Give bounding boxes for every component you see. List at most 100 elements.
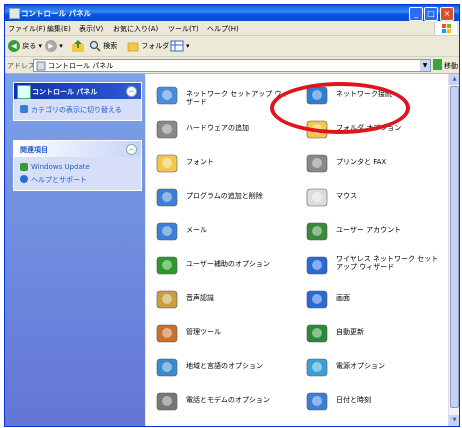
network-setup-house-icon (154, 82, 180, 108)
folders-button[interactable]: フォルダ (127, 39, 169, 53)
control-panel-item-label: 電源オプション (336, 362, 385, 370)
control-panel-item[interactable]: 音声認識 (148, 282, 298, 316)
control-panel-item[interactable]: ユーザー補助のオプション (148, 248, 298, 282)
search-icon (89, 40, 101, 52)
accessibility-icon (154, 252, 180, 278)
automatic-updates-icon (304, 320, 330, 346)
control-panel-icon (36, 61, 46, 71)
menu-tools[interactable]: ツール(T) (168, 24, 199, 34)
help-support-link[interactable]: ヘルプとサポート (20, 174, 135, 185)
regional-language-globe-icon (154, 354, 180, 380)
address-bar: アドレス(D) コントロール パネル ▼ 移動 (5, 57, 459, 74)
left-task-pane: コントロール パネル ︽ カテゴリの表示に切り替える 関連項目 ︽ Window… (5, 74, 145, 426)
control-panel-item-label: ワイヤレス ネットワーク セットアップ ウィザード (336, 255, 439, 271)
search-button[interactable]: 検索 (89, 39, 117, 53)
display-icon (304, 286, 330, 312)
speech-icon (154, 286, 180, 312)
control-panel-item[interactable]: ユーザー アカウント (298, 214, 448, 248)
control-panel-window: コントロール パネル _ □ × ファイル(F) 編集(E) 表示(V) お気に… (4, 4, 460, 427)
control-panel-item-label: 地域と言語のオプション (186, 362, 263, 370)
forward-button[interactable]: ▶ ▾ (45, 39, 63, 53)
control-panel-item-label: 電話とモデムのオプション (186, 396, 270, 404)
control-panel-item[interactable]: メール (148, 214, 298, 248)
phone-modem-icon (154, 388, 180, 414)
go-arrow-icon[interactable] (433, 59, 442, 70)
panel-header[interactable]: 関連項目 ︽ (14, 141, 141, 157)
fonts-folder-icon (154, 150, 180, 176)
scroll-down-icon[interactable]: ▼ (449, 415, 459, 426)
vertical-scrollbar[interactable]: ▲ ▼ (448, 74, 459, 426)
control-panel-item-label: ハードウェアの追加 (186, 124, 249, 132)
control-panel-item[interactable]: プリンタと FAX (298, 146, 448, 180)
go-button[interactable]: 移動 (444, 61, 458, 71)
control-panel-item-label: 画面 (336, 294, 350, 302)
windows-update-icon (20, 163, 28, 171)
menu-edit[interactable]: 編集(E) (47, 24, 71, 34)
date-time-clock-icon (304, 388, 330, 414)
control-panel-item[interactable]: 日付と時刻 (298, 384, 448, 418)
printer-fax-icon (304, 150, 330, 176)
collapse-icon[interactable]: ︽ (126, 86, 137, 97)
control-panel-item-label: 自動更新 (336, 328, 364, 336)
control-panel-task-panel: コントロール パネル ︽ カテゴリの表示に切り替える (13, 82, 142, 121)
control-panel-item-label: マウス (336, 192, 357, 200)
panel-header[interactable]: コントロール パネル ︽ (14, 83, 141, 99)
control-panel-item[interactable]: 自動更新 (298, 316, 448, 350)
views-button[interactable]: ▾ (170, 39, 190, 53)
folder-icon (127, 42, 139, 52)
control-panel-item[interactable]: 地域と言語のオプション (148, 350, 298, 384)
up-folder-button[interactable] (71, 39, 85, 53)
maximize-button[interactable]: □ (424, 7, 438, 21)
control-panel-item-label: プリンタと FAX (336, 158, 387, 166)
help-icon (20, 175, 28, 183)
control-panel-item-label: メール (186, 226, 207, 234)
control-panel-item[interactable]: マウス (298, 180, 448, 214)
see-also-panel: 関連項目 ︽ Windows Update ヘルプとサポート (13, 140, 142, 191)
title-bar[interactable]: コントロール パネル _ □ × (5, 5, 459, 21)
forward-arrow-icon: ▶ (45, 40, 57, 52)
category-view-icon (20, 105, 28, 113)
windows-update-link[interactable]: Windows Update (20, 162, 135, 173)
views-icon (170, 40, 184, 52)
back-button[interactable]: ◀ 戻る ▾ (8, 39, 42, 53)
back-arrow-icon: ◀ (8, 40, 20, 52)
control-panel-item[interactable]: 管理ツール (148, 316, 298, 350)
control-panel-icon (9, 8, 20, 19)
admin-tools-icon (154, 320, 180, 346)
add-hardware-icon (154, 116, 180, 142)
control-panel-item[interactable]: 電源オプション (298, 350, 448, 384)
close-button[interactable]: × (440, 7, 454, 21)
up-folder-icon (72, 40, 84, 52)
collapse-icon[interactable]: ︽ (126, 144, 137, 155)
mail-icon (154, 218, 180, 244)
menu-view[interactable]: 表示(V) (79, 24, 103, 34)
menu-bar: ファイル(F) 編集(E) 表示(V) お気に入り(A) ツール(T) ヘルプ(… (5, 22, 459, 36)
control-panel-item[interactable]: フォント (148, 146, 298, 180)
toolbar: ◀ 戻る ▾ ▶ ▾ 検索 フォルダ ▾ (5, 36, 459, 57)
control-panel-item[interactable]: ワイヤレス ネットワーク セットアップ ウィザード (298, 248, 448, 282)
control-panel-item-label: 日付と時刻 (336, 396, 371, 404)
menu-favorites[interactable]: お気に入り(A) (113, 24, 158, 34)
menu-help[interactable]: ヘルプ(H) (207, 24, 239, 34)
control-panel-item-label: ユーザー補助のオプション (186, 260, 270, 268)
add-remove-programs-icon (154, 184, 180, 210)
mouse-icon (304, 184, 330, 210)
control-panel-icon (17, 85, 31, 99)
scroll-up-icon[interactable]: ▲ (449, 74, 459, 85)
control-panel-item-label: プログラムの追加と削除 (186, 192, 263, 200)
control-panel-item[interactable]: プログラムの追加と削除 (148, 180, 298, 214)
control-panel-item[interactable]: 画面 (298, 282, 448, 316)
address-dropdown-icon[interactable]: ▼ (420, 60, 430, 71)
scroll-thumb[interactable] (450, 86, 459, 408)
window-title: コントロール パネル (21, 9, 92, 18)
menu-file[interactable]: ファイル(F) (8, 24, 46, 34)
control-panel-item[interactable]: 電話とモデムのオプション (148, 384, 298, 418)
windows-logo-icon (434, 22, 457, 35)
control-panel-item-label: フォント (186, 158, 214, 166)
address-input[interactable]: コントロール パネル ▼ (33, 59, 431, 72)
user-accounts-icon (304, 218, 330, 244)
switch-to-category-view-link[interactable]: カテゴリの表示に切り替える (20, 104, 135, 115)
control-panel-item-label: 管理ツール (186, 328, 221, 336)
control-panel-item-label: 音声認識 (186, 294, 214, 302)
minimize-button[interactable]: _ (409, 7, 423, 21)
